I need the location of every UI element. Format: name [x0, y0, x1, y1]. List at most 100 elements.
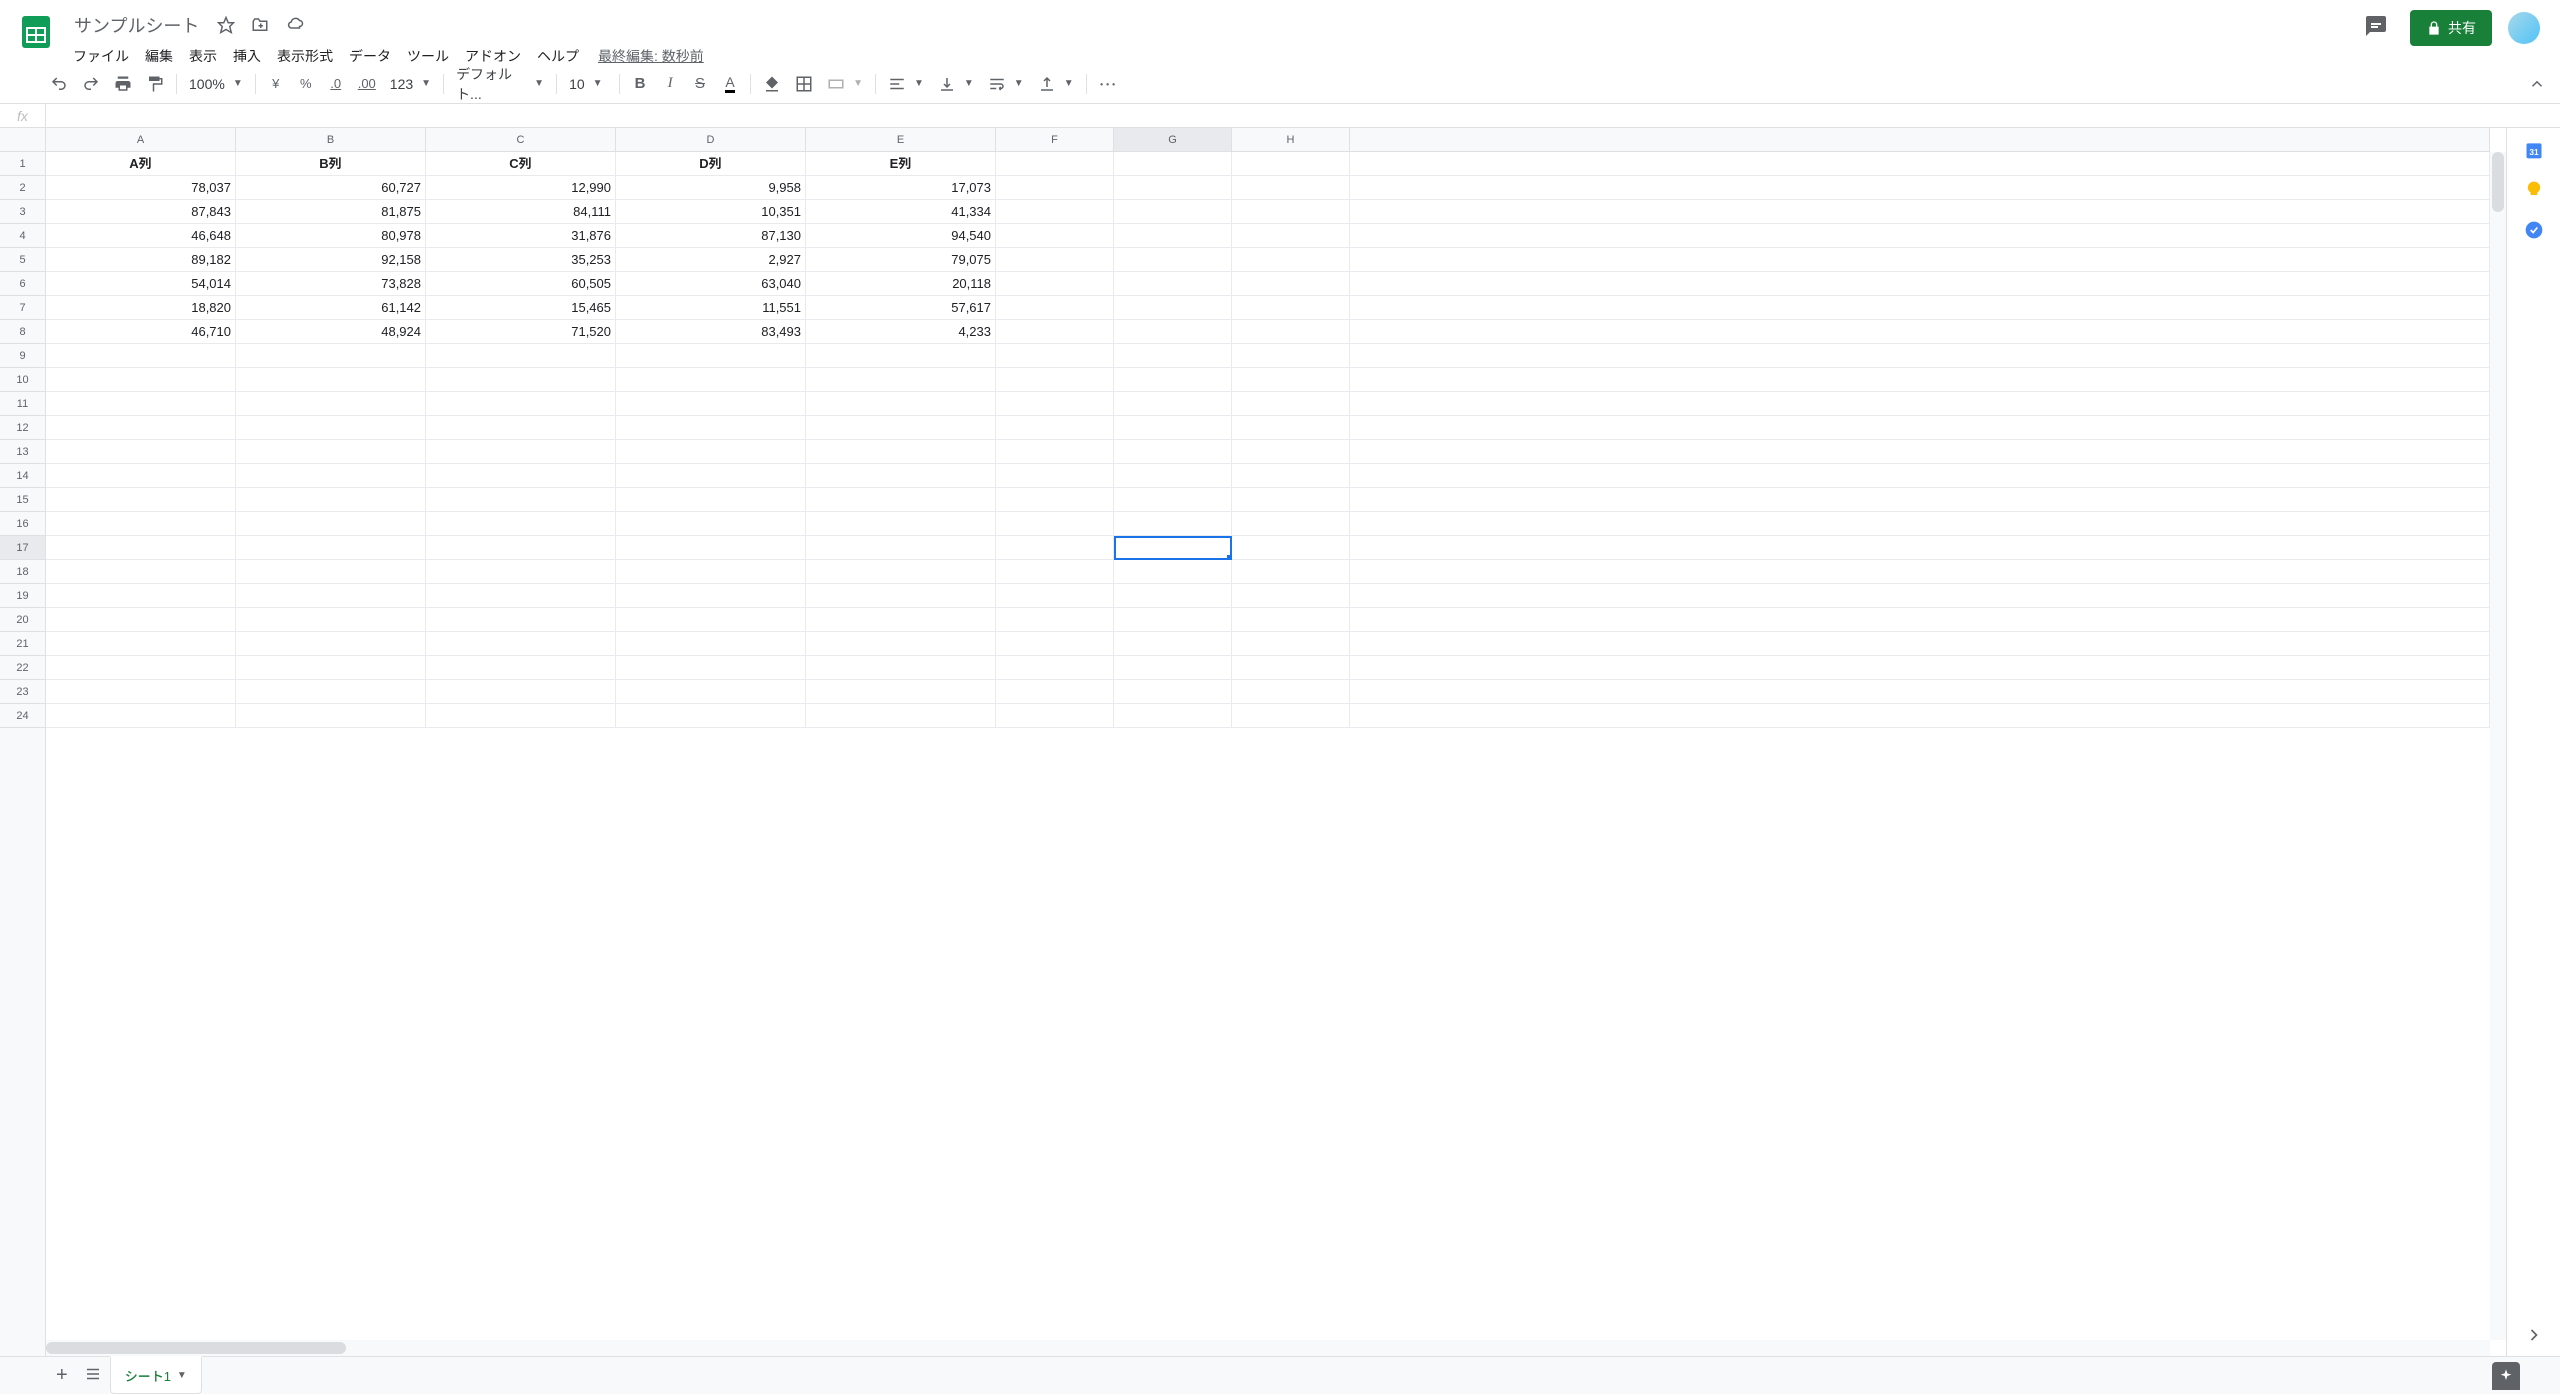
cell[interactable]: [996, 608, 1114, 632]
horizontal-align-dropdown[interactable]: ▼: [882, 71, 930, 97]
cell[interactable]: 11,551: [616, 296, 806, 320]
cell[interactable]: [996, 440, 1114, 464]
cell[interactable]: 31,876: [426, 224, 616, 248]
cell[interactable]: [426, 680, 616, 704]
font-dropdown[interactable]: デフォルト...▼: [450, 60, 550, 108]
row-header[interactable]: 5: [0, 248, 45, 272]
vertical-scrollbar[interactable]: [2490, 152, 2506, 1340]
cell[interactable]: [996, 296, 1114, 320]
cell[interactable]: [996, 656, 1114, 680]
cell[interactable]: [996, 200, 1114, 224]
cell[interactable]: [806, 704, 996, 728]
cell[interactable]: [1232, 152, 1350, 176]
decrease-decimal-button[interactable]: .0: [322, 70, 350, 98]
horizontal-scrollbar[interactable]: [46, 1340, 2490, 1356]
keep-icon[interactable]: [2524, 180, 2544, 200]
cell[interactable]: [236, 680, 426, 704]
column-header[interactable]: D: [616, 128, 806, 151]
vertical-align-dropdown[interactable]: ▼: [932, 71, 980, 97]
font-size-dropdown[interactable]: 10▼: [563, 72, 613, 96]
cell[interactable]: [1114, 704, 1232, 728]
select-all-corner[interactable]: [0, 128, 46, 152]
cell[interactable]: [1114, 392, 1232, 416]
cell[interactable]: [806, 608, 996, 632]
share-button[interactable]: 共有: [2410, 10, 2492, 46]
cell[interactable]: 79,075: [806, 248, 996, 272]
cell[interactable]: [1232, 344, 1350, 368]
row-header[interactable]: 10: [0, 368, 45, 392]
cell[interactable]: [1232, 176, 1350, 200]
row-header[interactable]: 19: [0, 584, 45, 608]
cell[interactable]: [616, 344, 806, 368]
menu-tools[interactable]: ツール: [400, 42, 456, 70]
cell[interactable]: [996, 536, 1114, 560]
cell[interactable]: [996, 248, 1114, 272]
cell[interactable]: [996, 344, 1114, 368]
text-rotation-dropdown[interactable]: ▼: [1032, 71, 1080, 97]
cell[interactable]: [46, 536, 236, 560]
cell[interactable]: [996, 464, 1114, 488]
cell[interactable]: [1232, 248, 1350, 272]
comments-icon[interactable]: [2358, 8, 2394, 47]
cell[interactable]: [426, 632, 616, 656]
cell[interactable]: [996, 560, 1114, 584]
cell[interactable]: [1232, 680, 1350, 704]
cell[interactable]: [236, 656, 426, 680]
cell[interactable]: [236, 488, 426, 512]
cell[interactable]: [996, 368, 1114, 392]
cell[interactable]: [806, 560, 996, 584]
number-format-dropdown[interactable]: 123▼: [384, 72, 437, 96]
cell[interactable]: [46, 632, 236, 656]
cell[interactable]: [426, 704, 616, 728]
cell[interactable]: [1232, 608, 1350, 632]
cell[interactable]: [1114, 320, 1232, 344]
cell[interactable]: [996, 704, 1114, 728]
row-header[interactable]: 18: [0, 560, 45, 584]
menu-edit[interactable]: 編集: [138, 42, 180, 70]
cell[interactable]: 60,727: [236, 176, 426, 200]
cell[interactable]: [236, 464, 426, 488]
cell[interactable]: [806, 584, 996, 608]
cell[interactable]: [1114, 248, 1232, 272]
undo-button[interactable]: [44, 70, 74, 98]
cell[interactable]: [1114, 608, 1232, 632]
cell[interactable]: [806, 392, 996, 416]
cell[interactable]: [1232, 320, 1350, 344]
cell[interactable]: [1232, 512, 1350, 536]
cell[interactable]: [996, 680, 1114, 704]
cell[interactable]: [616, 512, 806, 536]
cell[interactable]: [1114, 656, 1232, 680]
cell[interactable]: [616, 656, 806, 680]
cell[interactable]: [46, 488, 236, 512]
cell[interactable]: [806, 488, 996, 512]
cell[interactable]: [236, 416, 426, 440]
cell[interactable]: [1232, 632, 1350, 656]
cell[interactable]: [616, 416, 806, 440]
cell[interactable]: [46, 464, 236, 488]
cell[interactable]: [806, 680, 996, 704]
cell[interactable]: [46, 416, 236, 440]
side-panel-toggle[interactable]: [2524, 1325, 2544, 1348]
cell[interactable]: [806, 512, 996, 536]
cell[interactable]: 92,158: [236, 248, 426, 272]
cell[interactable]: [1114, 512, 1232, 536]
cell[interactable]: [1114, 440, 1232, 464]
cell[interactable]: [1232, 488, 1350, 512]
cell[interactable]: [1114, 416, 1232, 440]
row-header[interactable]: 23: [0, 680, 45, 704]
cell[interactable]: [1232, 440, 1350, 464]
spreadsheet-grid[interactable]: ABCDEFGH 1234567891011121314151617181920…: [0, 128, 2506, 1356]
cell[interactable]: [996, 632, 1114, 656]
cell[interactable]: 89,182: [46, 248, 236, 272]
cell[interactable]: [426, 584, 616, 608]
cell[interactable]: 2,927: [616, 248, 806, 272]
cell[interactable]: [1114, 368, 1232, 392]
cell[interactable]: [236, 368, 426, 392]
star-icon[interactable]: [213, 12, 239, 38]
move-icon[interactable]: [247, 12, 273, 38]
cell[interactable]: 80,978: [236, 224, 426, 248]
cell[interactable]: [1114, 152, 1232, 176]
cell[interactable]: 57,617: [806, 296, 996, 320]
cell[interactable]: [1232, 368, 1350, 392]
cell[interactable]: [236, 632, 426, 656]
